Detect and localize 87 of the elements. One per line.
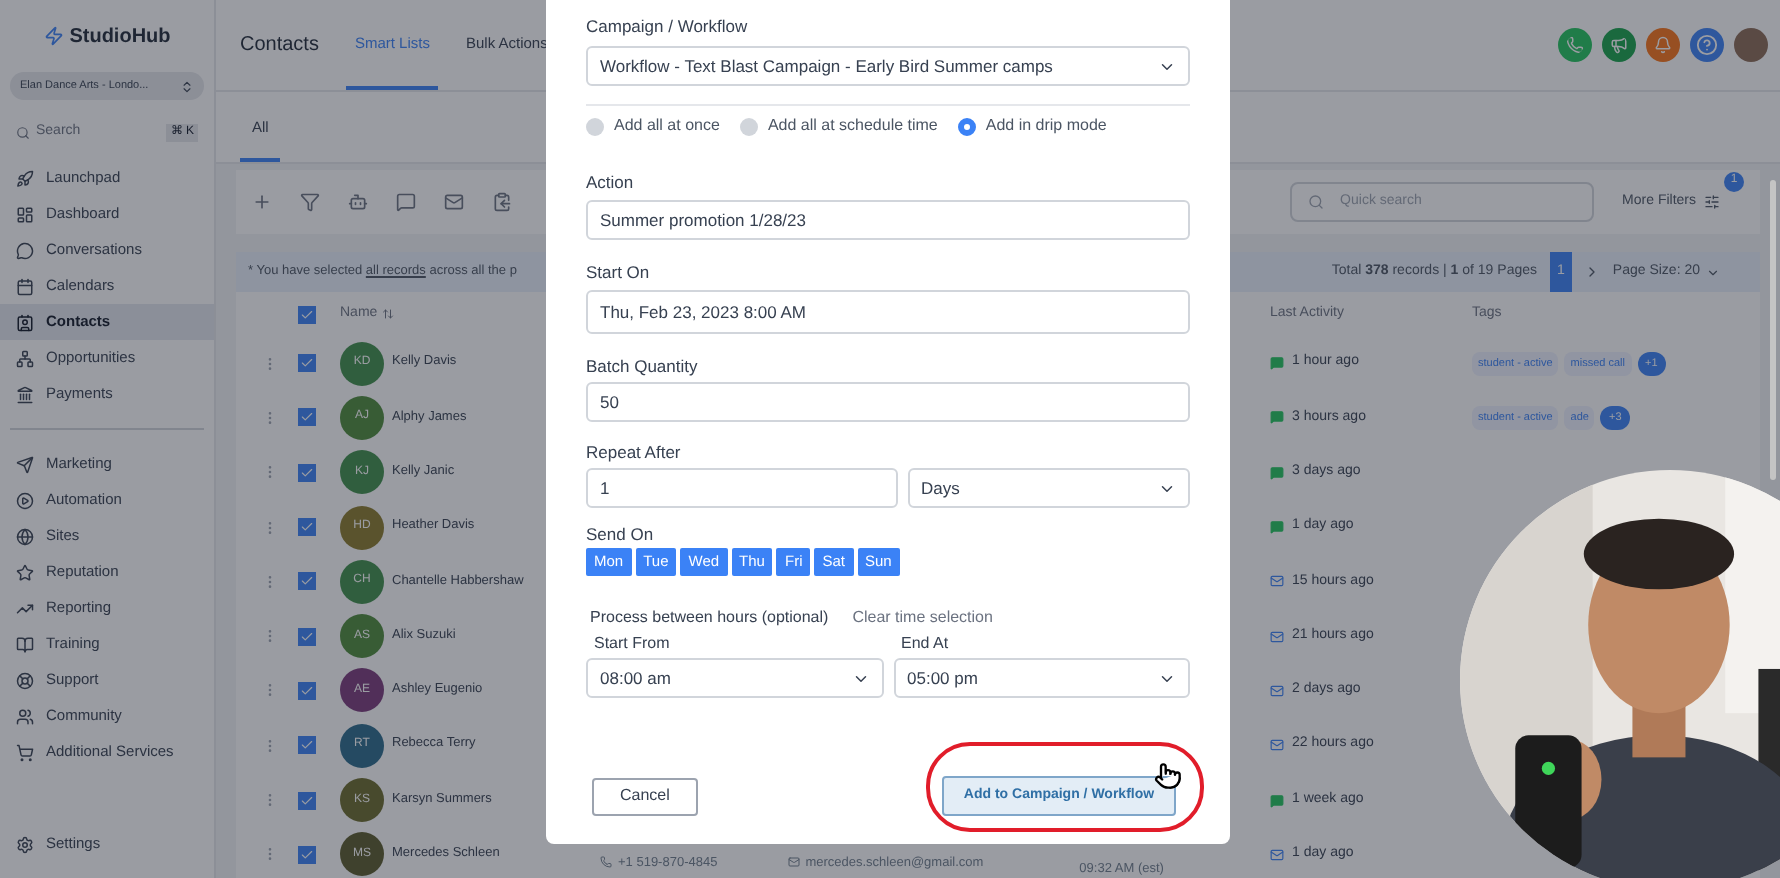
start-date-field[interactable]: Thu, Feb 23, 2023 8:00 AM: [586, 290, 1190, 334]
play-circle-icon: [16, 491, 34, 509]
globe-icon: [16, 527, 34, 545]
field-label: End At: [899, 632, 951, 654]
people-icon: [16, 707, 34, 725]
message-icon[interactable]: [396, 192, 416, 212]
row-checkbox[interactable]: [298, 736, 316, 755]
message-icon: [1270, 793, 1284, 808]
add-icon[interactable]: [252, 192, 272, 212]
lifebuoy-icon: [16, 671, 34, 689]
logo-icon: [43, 26, 64, 46]
contact-card-icon: [16, 313, 34, 331]
end-time-select[interactable]: 05:00 pm: [893, 658, 1190, 698]
radio-label: Add all at once: [614, 116, 720, 136]
star-icon: [16, 563, 34, 581]
scrollbar[interactable]: [1770, 180, 1776, 480]
repeat-unit-select[interactable]: Days: [907, 468, 1190, 508]
chevrons-icon: [180, 79, 194, 93]
page-title: Contacts: [240, 32, 319, 60]
mail-icon: [1270, 847, 1284, 862]
repeat-interval-field[interactable]: 1: [586, 468, 897, 508]
field-label: Start From: [592, 632, 672, 654]
field-label: Send On: [586, 524, 656, 546]
megaphone-icon[interactable]: [1602, 28, 1636, 62]
rocket-icon: [16, 169, 34, 187]
bank-icon: [16, 385, 34, 403]
calendar-icon: [16, 277, 34, 295]
search-icon: [1308, 194, 1325, 210]
field-label: Repeat After: [586, 442, 683, 464]
phone-icon[interactable]: [1558, 28, 1592, 62]
message-icon: [1270, 465, 1284, 480]
sort-icon: [381, 308, 394, 320]
dashboard-icon: [16, 205, 34, 223]
book-icon: [16, 635, 34, 653]
row-checkbox[interactable]: [298, 408, 316, 427]
search-icon: [16, 125, 30, 139]
radio-label: Add in drip mode: [985, 116, 1107, 136]
row-checkbox[interactable]: [298, 354, 316, 373]
select-all-checkbox[interactable]: [298, 305, 316, 323]
field-label: Action: [586, 172, 636, 194]
campaign-select[interactable]: Workflow - Text Blast Campaign - Early Bird Summer camps: [586, 46, 1190, 86]
mail-icon: [1270, 574, 1284, 589]
chevron-down-icon: [1706, 265, 1720, 279]
cart-icon: [16, 743, 34, 761]
settings-icon[interactable]: [16, 835, 34, 853]
section-label: Process between hours (optional): [590, 606, 829, 628]
user-avatar[interactable]: [1734, 28, 1768, 62]
mail-icon: [1270, 629, 1284, 644]
mail-icon: [1270, 738, 1284, 753]
field-label: Campaign / Workflow: [586, 16, 750, 38]
radio-label: Add all at schedule time: [767, 116, 938, 136]
row-checkbox[interactable]: [298, 627, 316, 646]
phone-icon: [600, 856, 612, 869]
logo: StudioHub: [69, 23, 171, 51]
row-checkbox[interactable]: [298, 791, 316, 810]
filter-icon[interactable]: [300, 192, 320, 212]
mail-icon: [787, 856, 800, 869]
clipboard-icon[interactable]: [492, 192, 512, 212]
field-label: Start On: [586, 262, 652, 284]
chat-bubble-icon: [16, 241, 34, 259]
row-checkbox[interactable]: [298, 518, 316, 537]
message-icon: [1270, 410, 1284, 425]
start-time-select[interactable]: 08:00 am: [586, 658, 883, 698]
robot-icon[interactable]: [348, 192, 368, 212]
radio-button[interactable]: [586, 117, 604, 135]
trend-line-icon: [16, 599, 34, 617]
action-field[interactable]: Summer promotion 1/28/23: [586, 200, 1190, 240]
cancel-button[interactable]: Cancel: [592, 777, 698, 815]
clear-time-link[interactable]: Clear time selection: [852, 606, 993, 628]
help-icon[interactable]: [1690, 28, 1724, 62]
radio-button[interactable]: [739, 117, 758, 135]
sliders-icon: [1704, 194, 1720, 210]
mail-icon[interactable]: [444, 192, 464, 212]
message-icon: [1270, 356, 1284, 371]
radio-button[interactable]: [957, 117, 976, 135]
row-checkbox[interactable]: [298, 572, 316, 591]
message-icon: [1270, 520, 1284, 535]
field-label: Batch Quantity: [586, 356, 700, 378]
batch-quantity-field[interactable]: 50: [586, 382, 1190, 422]
paper-plane-icon: [16, 455, 34, 473]
row-checkbox[interactable]: [298, 681, 316, 700]
mail-icon: [1270, 683, 1284, 698]
network-icon: [16, 349, 34, 367]
bell-icon[interactable]: [1646, 28, 1680, 62]
hand-cursor-icon: [1154, 762, 1182, 790]
row-checkbox[interactable]: [298, 845, 316, 864]
row-checkbox[interactable]: [298, 463, 316, 482]
